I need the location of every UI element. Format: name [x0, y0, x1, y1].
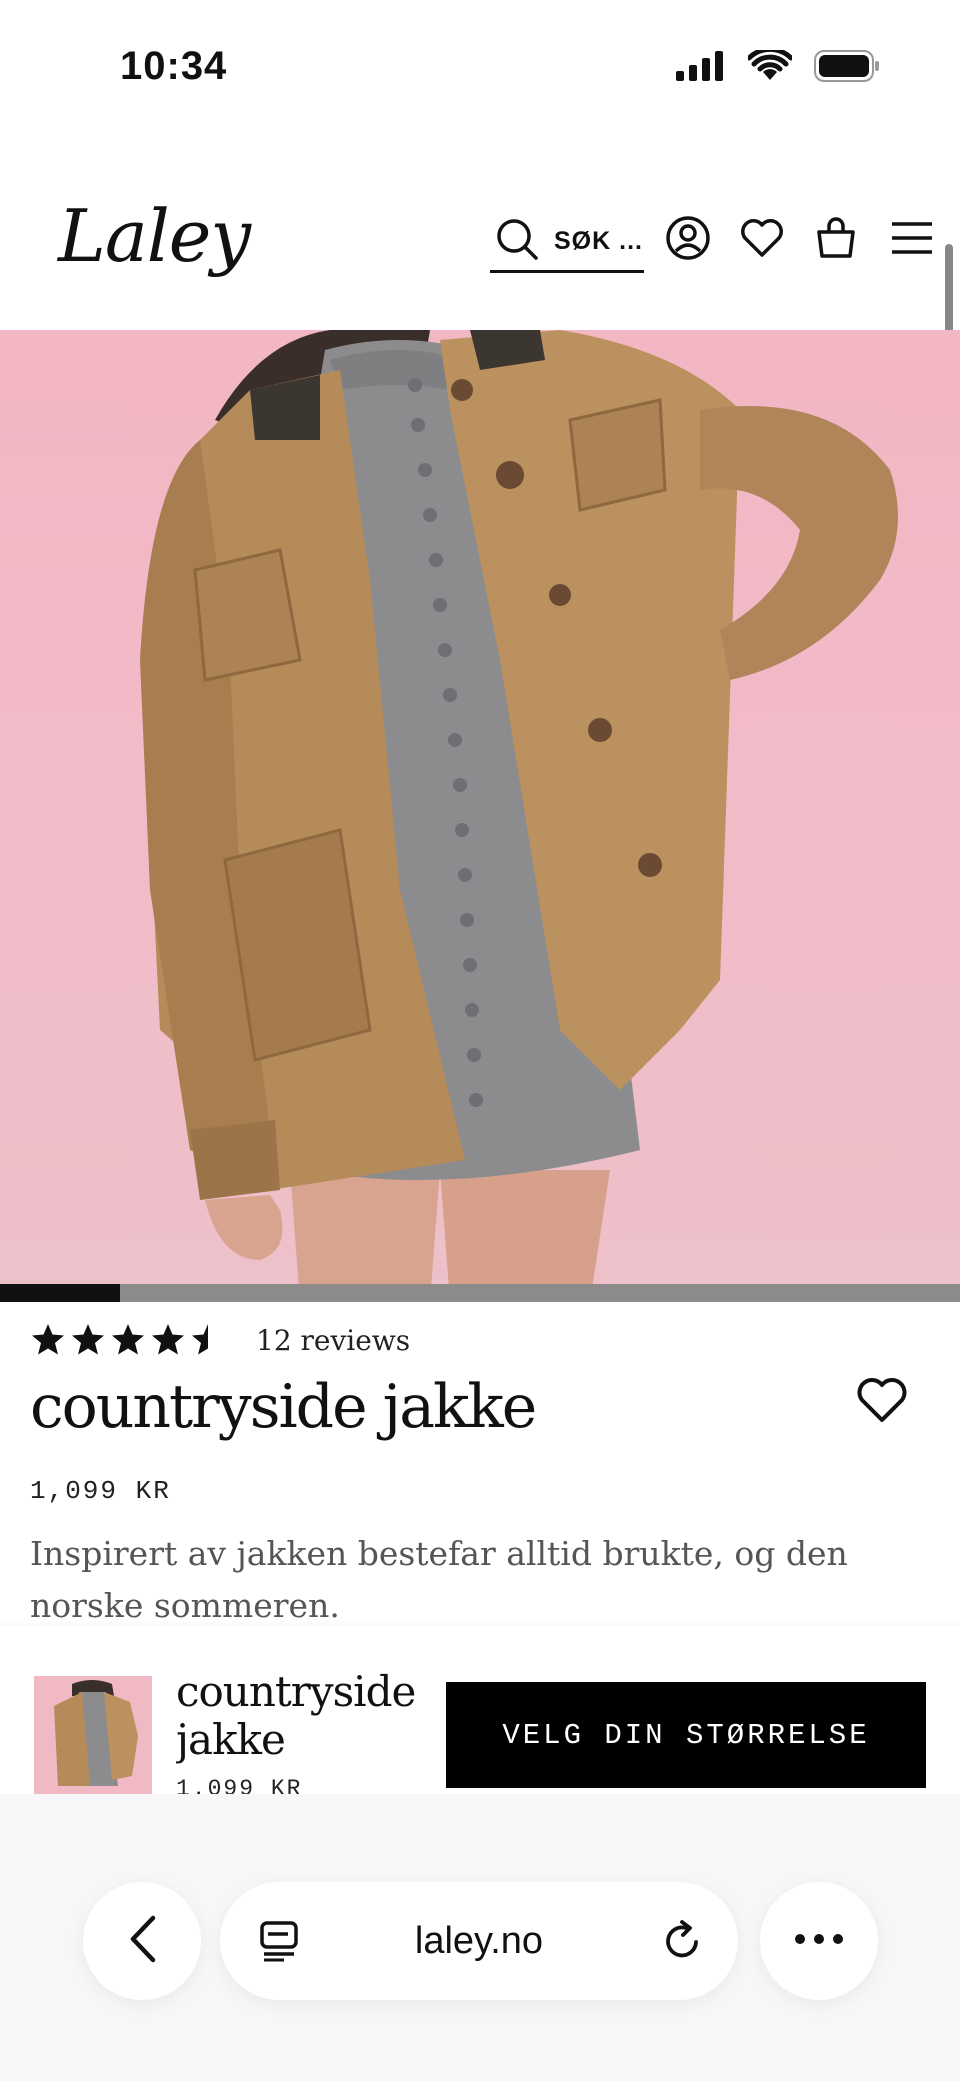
back-button[interactable]	[83, 1882, 201, 2000]
sticky-title-line-1: countryside	[176, 1668, 416, 1716]
account-icon	[665, 215, 711, 266]
star-icon	[32, 1324, 64, 1355]
cellular-signal-icon	[676, 51, 726, 86]
status-time: 10:34	[120, 44, 228, 88]
product-price: 1,099 KR	[30, 1476, 171, 1506]
url-text[interactable]: laley.no	[220, 1882, 738, 2000]
status-bar: 10:34	[0, 0, 960, 140]
bag-icon	[815, 216, 857, 265]
browser-toolbar: laley.no	[0, 1794, 960, 2081]
star-icon	[192, 1324, 224, 1355]
battery-icon	[814, 50, 880, 87]
account-button[interactable]	[662, 214, 714, 266]
brand-logo[interactable]: Laley	[58, 194, 251, 278]
add-to-wishlist-button[interactable]	[852, 1372, 912, 1432]
cart-button[interactable]	[810, 214, 862, 266]
more-dots-icon	[794, 1932, 844, 1950]
sticky-purchase-bar: countryside jakke 1.099 KR VELG DIN STØR…	[0, 1626, 960, 1802]
menu-button[interactable]	[886, 214, 938, 266]
gallery-progress-fill	[0, 1284, 120, 1302]
reload-icon[interactable]	[662, 1920, 704, 1967]
address-bar[interactable]: laley.no	[220, 1882, 738, 2000]
heart-icon	[739, 217, 785, 264]
status-icons	[676, 46, 880, 87]
more-options-button[interactable]	[760, 1882, 878, 2000]
search-placeholder: SØK ...	[554, 226, 643, 255]
search-icon	[490, 218, 538, 265]
star-icon	[112, 1324, 144, 1355]
star-icon	[72, 1324, 104, 1355]
search-box[interactable]: SØK ...	[490, 212, 644, 273]
sticky-product-title: countryside jakke	[176, 1668, 420, 1764]
star-rating	[30, 1322, 226, 1358]
product-description: Inspirert av jakken bestefar alltid bruk…	[30, 1534, 848, 1625]
gallery-progress	[0, 1284, 960, 1302]
chevron-left-icon	[125, 1914, 159, 1969]
heart-icon	[856, 1376, 908, 1429]
sticky-title-line-2: jakke	[176, 1715, 286, 1764]
product-image[interactable]	[0, 330, 960, 1302]
product-title: countryside jakke	[30, 1372, 537, 1442]
product-thumbnail	[34, 1676, 152, 1794]
product-photo-illustration	[140, 330, 898, 1302]
wishlist-header-button[interactable]	[736, 214, 788, 266]
menu-icon	[890, 220, 934, 261]
site-header: Laley SØK ...	[0, 180, 960, 330]
rating-row[interactable]: 12 reviews	[30, 1322, 410, 1358]
star-icon	[152, 1324, 184, 1355]
wifi-icon	[746, 46, 794, 87]
reviews-count[interactable]: 12 reviews	[256, 1324, 410, 1357]
choose-size-button[interactable]: VELG DIN STØRRELSE	[446, 1682, 926, 1788]
